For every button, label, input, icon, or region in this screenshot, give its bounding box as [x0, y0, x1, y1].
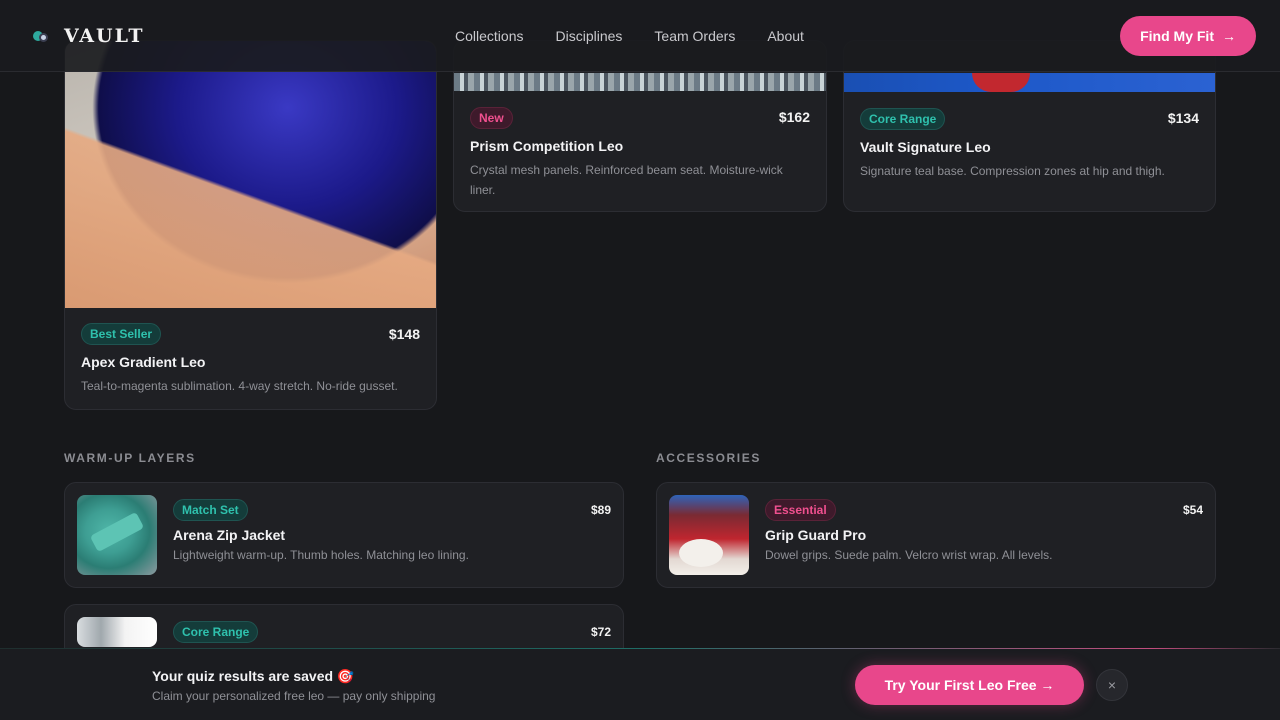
product-description: Signature teal base. Compression zones a… — [860, 164, 1165, 178]
product-badge: New — [470, 107, 513, 129]
product-title: Grip Guard Pro — [765, 527, 867, 543]
product-price: $148 — [388, 326, 420, 342]
nav-link-team-orders[interactable]: Team Orders — [654, 28, 735, 44]
product-badge: Match Set — [173, 499, 248, 521]
product-description: Dowel grips. Suede palm. Velcro wrist wr… — [765, 548, 1053, 562]
product-thumbnail — [669, 495, 749, 575]
find-my-fit-label: Find My Fit — [1140, 28, 1214, 44]
nav-link-about[interactable]: About — [767, 28, 804, 44]
try-first-leo-free-button[interactable]: Try Your First Leo Free → — [855, 665, 1084, 705]
section-label-warmup: WARM-UP LAYERS — [64, 451, 196, 465]
find-my-fit-button[interactable]: Find My Fit → — [1120, 16, 1256, 56]
product-price: $54 — [1182, 503, 1203, 517]
nav-links: Collections Disciplines Team Orders Abou… — [455, 0, 804, 72]
brand-name: VAULT — [64, 25, 145, 47]
product-badge: Core Range — [860, 108, 946, 130]
product-title: Arena Zip Jacket — [173, 527, 286, 543]
product-thumbnail — [77, 495, 157, 575]
product-price: $162 — [778, 109, 810, 125]
product-image — [65, 41, 436, 308]
product-description: Lightweight warm-up. Thumb holes. Matchi… — [173, 548, 469, 562]
product-title: Prism Competition Leo — [470, 138, 624, 154]
nav-link-collections[interactable]: Collections — [455, 28, 523, 44]
product-image — [454, 73, 826, 91]
product-price: $72 — [590, 625, 611, 639]
banner-title: Your quiz results are saved 🎯 — [152, 668, 355, 684]
quiz-results-banner: Your quiz results are saved 🎯 Claim your… — [0, 648, 1280, 720]
top-nav: VAULT Collections Disciplines Team Order… — [0, 0, 1280, 72]
product-price: $89 — [590, 503, 611, 517]
vault-logo-icon — [32, 27, 50, 45]
brand-logo[interactable]: VAULT — [32, 0, 145, 72]
product-price: $134 — [1167, 110, 1199, 126]
product-description: Crystal mesh panels. Reinforced beam sea… — [470, 163, 783, 197]
product-badge: Essential — [765, 499, 836, 521]
product-row-grip-guard-pro[interactable]: Essential $54 Grip Guard Pro Dowel grips… — [656, 482, 1216, 588]
arrow-right-icon: → — [1222, 28, 1236, 44]
product-title: Apex Gradient Leo — [81, 354, 206, 370]
product-image — [844, 73, 1215, 92]
close-icon[interactable]: × — [1096, 669, 1128, 701]
product-badge: Best Seller — [81, 323, 162, 345]
product-card-apex[interactable]: Best Seller $148 Apex Gradient Leo Teal-… — [64, 40, 437, 410]
banner-subtitle: Claim your personalized free leo — pay o… — [152, 689, 436, 703]
product-badge: Core Range — [173, 621, 259, 643]
nav-link-disciplines[interactable]: Disciplines — [555, 28, 622, 44]
product-row-arena-zip-jacket[interactable]: Match Set $89 Arena Zip Jacket Lightweig… — [64, 482, 624, 588]
product-description: Teal-to-magenta sublimation. 4-way stret… — [81, 379, 398, 393]
section-label-accessories: ACCESSORIES — [656, 451, 761, 465]
product-thumbnail — [77, 617, 157, 647]
product-title: Vault Signature Leo — [860, 139, 991, 155]
